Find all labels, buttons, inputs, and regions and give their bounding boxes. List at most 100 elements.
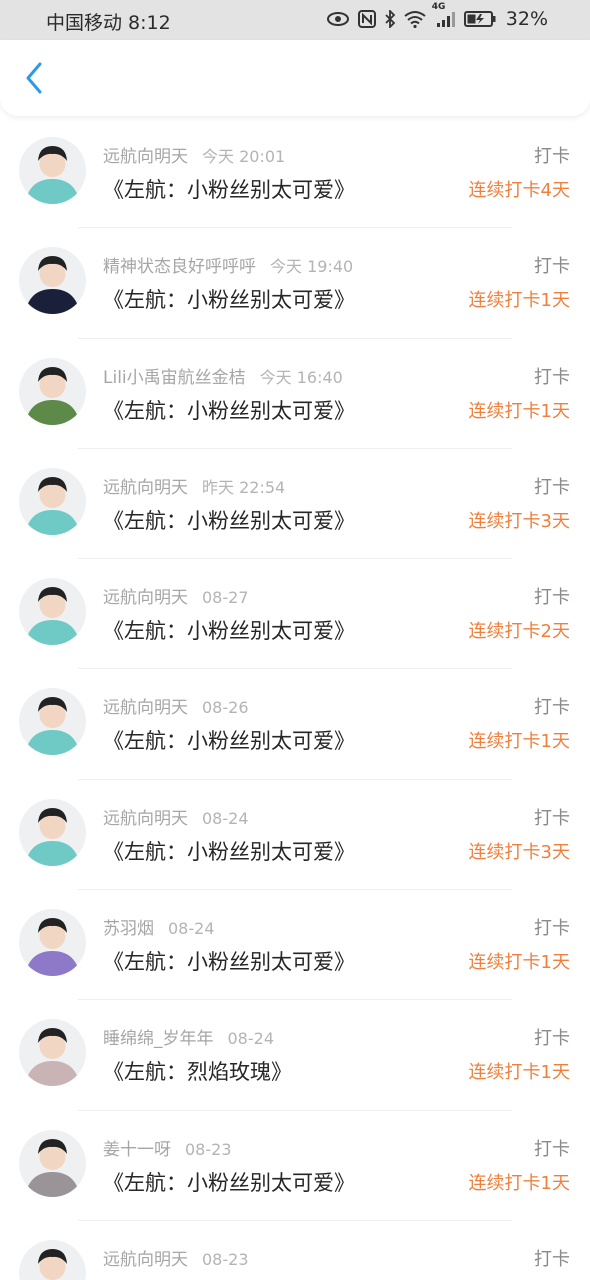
item-meta: 远航向明天 今天 20:01 [103, 142, 285, 167]
eye-icon [326, 11, 350, 27]
post-time: 08-24 [202, 808, 249, 828]
checkin-tag: 打卡 [534, 807, 570, 829]
checkin-tag: 打卡 [534, 1028, 570, 1050]
carrier-time: 中国移动 8:12 [46, 12, 171, 34]
item-meta: 苏羽烟 08-24 [103, 914, 215, 939]
streak-label: 连续打卡2天 [468, 621, 570, 643]
avatar[interactable] [19, 798, 86, 866]
avatar[interactable] [19, 1239, 86, 1280]
user-name[interactable]: 姜十一呀 [103, 1140, 171, 1160]
song-title: 《左航：小粉丝别太可爱》 [103, 398, 355, 423]
user-name[interactable]: 远航向明天 [103, 698, 188, 718]
song-title: 《左航：小粉丝别太可爱》 [103, 1170, 355, 1195]
post-time: 今天 19:40 [270, 257, 354, 277]
user-name[interactable]: 远航向明天 [103, 147, 188, 167]
post-time: 08-26 [202, 698, 249, 718]
user-name[interactable]: 远航向明天 [103, 1250, 188, 1270]
song-title: 《左航：小粉丝别太可爱》 [103, 178, 355, 202]
item-meta: 远航向明天 昨天 22:54 [103, 473, 285, 498]
item-meta: 姜十一呀 08-23 [103, 1135, 232, 1160]
post-time: 昨天 22:54 [202, 477, 286, 497]
post-time: 08-23 [185, 1139, 232, 1159]
avatar[interactable] [19, 137, 86, 204]
streak-label: 连续打卡4天 [468, 180, 570, 201]
streak-label: 连续打卡1天 [468, 400, 570, 422]
streak-label: 连续打卡1天 [468, 1172, 570, 1194]
song-title: 《左航：小粉丝别太可爱》 [103, 619, 355, 644]
streak-label: 连续打卡3天 [468, 841, 570, 863]
item-meta: 远航向明天 08-27 [103, 583, 249, 608]
song-title: 《左航：小粉丝别太可爱》 [103, 950, 355, 975]
item-meta: Lili小禹宙航丝金桔 今天 16:40 [103, 363, 343, 388]
bluetooth-icon [384, 10, 396, 28]
list-item[interactable]: Lili小禹宙航丝金桔 今天 16:40 《左航：小粉丝别太可爱》 打卡 连续打卡… [0, 339, 590, 449]
song-title: 《左航：小粉丝别太可爱》 [103, 839, 355, 864]
streak-label: 连续打卡1天 [468, 290, 570, 312]
song-title: 《左航：小粉丝别太可爱》 [103, 508, 355, 533]
avatar[interactable] [19, 1019, 86, 1087]
song-title: 《左航：小粉丝别太可爱》 [103, 729, 355, 754]
song-title: 《左航：小粉丝别太可爱》 [103, 288, 355, 313]
signal-icon: 4G [432, 2, 456, 28]
list-item[interactable]: 远航向明天 昨天 22:54 《左航：小粉丝别太可爱》 打卡 连续打卡3天 [0, 449, 590, 560]
avatar[interactable] [19, 247, 86, 315]
checkin-tag: 打卡 [534, 697, 570, 719]
checkin-list: 远航向明天 今天 20:01 《左航：小粉丝别太可爱》 打卡 连续打卡4天 精神状… [0, 118, 590, 1280]
checkin-tag: 打卡 [534, 1248, 570, 1270]
list-item[interactable]: 姜十一呀 08-23 《左航：小粉丝别太可爱》 打卡 连续打卡1天 [0, 1111, 590, 1221]
post-time: 08-23 [202, 1249, 249, 1269]
user-name[interactable]: 远航向明天 [103, 478, 188, 498]
avatar[interactable] [19, 357, 86, 425]
list-item[interactable]: 精神状态良好呼呼呼 今天 19:40 《左航：小粉丝别太可爱》 打卡 连续打卡1天 [0, 228, 590, 339]
status-bar: 中国移动 8:12 4G 32% [0, 0, 590, 40]
post-time: 今天 20:01 [202, 147, 286, 166]
post-time: 今天 16:40 [259, 367, 343, 387]
chevron-left-icon [26, 62, 42, 94]
streak-label: 连续打卡1天 [468, 1062, 570, 1084]
list-item[interactable]: 苏羽烟 08-24 《左航：小粉丝别太可爱》 打卡 连续打卡1天 [0, 890, 590, 1001]
avatar[interactable] [19, 578, 86, 646]
post-time: 08-24 [227, 1029, 275, 1049]
header [0, 40, 590, 116]
checkin-tag: 打卡 [534, 256, 570, 278]
user-name[interactable]: 睡绵绵_岁年年 [103, 1029, 214, 1049]
streak-label: 连续打卡3天 [468, 510, 570, 532]
checkin-tag: 打卡 [534, 146, 570, 167]
user-name[interactable]: 苏羽烟 [103, 919, 154, 939]
nfc-icon [357, 10, 376, 28]
item-meta: 精神状态良好呼呼呼 今天 19:40 [103, 252, 353, 277]
checkin-tag: 打卡 [534, 1138, 570, 1160]
user-name[interactable]: 精神状态良好呼呼呼 [103, 257, 256, 277]
battery-icon [463, 11, 496, 27]
item-meta: 睡绵绵_岁年年 08-24 [103, 1024, 274, 1049]
battery-percent: 32% [505, 8, 548, 30]
streak-label: 连续打卡1天 [468, 952, 570, 974]
network-type: 4G [431, 2, 446, 12]
avatar[interactable] [19, 688, 86, 756]
item-meta: 远航向明天 08-26 [103, 693, 249, 718]
avatar[interactable] [19, 909, 86, 977]
item-meta: 远航向明天 08-24 [103, 804, 249, 829]
list-item[interactable]: 远航向明天 08-24 《左航：小粉丝别太可爱》 打卡 连续打卡3天 [0, 780, 590, 891]
streak-label: 连续打卡1天 [468, 731, 570, 753]
checkin-tag: 打卡 [534, 918, 570, 940]
song-title: 《左航：烈焰玫瑰》 [103, 1060, 292, 1085]
back-button[interactable] [18, 60, 50, 96]
avatar[interactable] [19, 1129, 86, 1197]
user-name[interactable]: 远航向明天 [103, 588, 188, 608]
post-time: 08-27 [202, 588, 249, 608]
list-item[interactable]: 远航向明天 08-27 《左航：小粉丝别太可爱》 打卡 连续打卡2天 [0, 559, 590, 670]
checkin-tag: 打卡 [534, 476, 570, 498]
list-item[interactable]: 远航向明天 08-26 《左航：小粉丝别太可爱》 打卡 连续打卡1天 [0, 669, 590, 780]
checkin-tag: 打卡 [534, 587, 570, 609]
wifi-icon [404, 10, 426, 28]
checkin-tag: 打卡 [534, 366, 570, 388]
list-item[interactable]: 远航向明天 今天 20:01 《左航：小粉丝别太可爱》 打卡 连续打卡4天 [0, 118, 590, 229]
item-meta: 远航向明天 08-23 [103, 1245, 249, 1270]
avatar[interactable] [19, 467, 86, 535]
post-time: 08-24 [168, 919, 215, 939]
user-name[interactable]: 远航向明天 [103, 809, 188, 829]
list-item[interactable]: 睡绵绵_岁年年 08-24 《左航：烈焰玫瑰》 打卡 连续打卡1天 [0, 1000, 590, 1111]
list-item[interactable]: 远航向明天08-23 《左航：小粉丝别太可爱》 打卡 连续打卡1天 [0, 1221, 590, 1280]
user-name[interactable]: Lili小禹宙航丝金桔 [103, 368, 246, 388]
